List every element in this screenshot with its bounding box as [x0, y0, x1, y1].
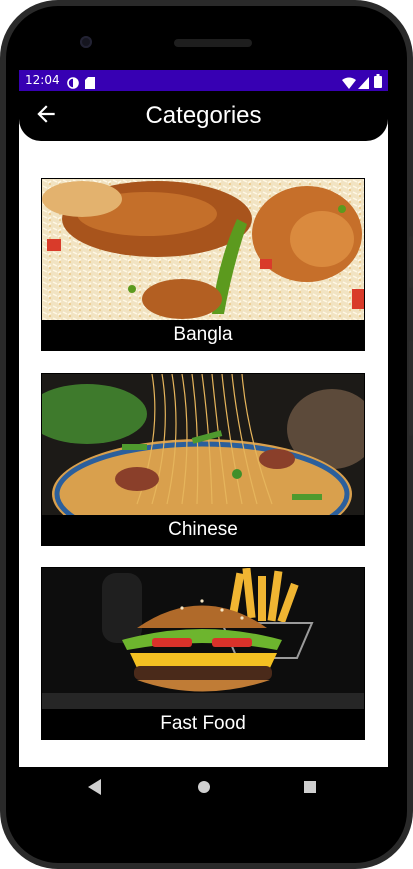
back-triangle-icon[interactable]	[88, 779, 102, 799]
chicken-biryani-photo	[42, 179, 364, 320]
speaker-grille	[174, 39, 252, 47]
volume-button	[409, 236, 413, 288]
noodles-photo	[42, 374, 364, 515]
system-nav-bar	[6, 767, 407, 809]
status-bar: 12:04	[19, 70, 388, 91]
category-label: Fast Food	[42, 709, 364, 739]
app-screen: 12:04 Categories Bangla Chinese Fast Foo…	[19, 70, 388, 767]
category-card-chinese[interactable]: Chinese	[41, 373, 365, 546]
app-bar: Categories	[19, 91, 388, 141]
category-label: Chinese	[42, 515, 364, 545]
home-circle-icon[interactable]	[197, 779, 211, 799]
category-card-bangla[interactable]: Bangla	[41, 178, 365, 351]
burger-fries-photo	[42, 568, 364, 709]
page-title: Categories	[145, 102, 262, 129]
battery-icon	[374, 73, 382, 92]
recents-square-icon[interactable]	[303, 779, 317, 799]
power-button	[409, 340, 413, 436]
category-card-fast-food[interactable]: Fast Food	[41, 567, 365, 740]
front-camera	[80, 36, 92, 48]
status-time: 12:04	[25, 73, 60, 87]
category-label: Bangla	[42, 320, 364, 350]
